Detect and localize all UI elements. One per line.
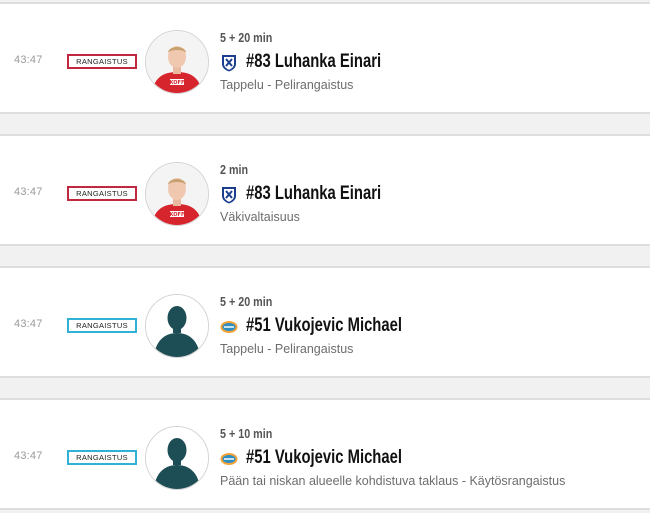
player-name[interactable]: #83 Luhanka Einari: [246, 183, 381, 205]
penalty-description: Tappelu - Pelirangaistus: [220, 78, 354, 92]
hifk-logo-icon: [222, 55, 236, 72]
lukko-logo-icon: [220, 321, 238, 333]
player-avatar[interactable]: [145, 426, 209, 490]
event-time: 43:47: [14, 450, 43, 462]
player-name[interactable]: #83 Luhanka Einari: [246, 51, 381, 73]
player-avatar[interactable]: KOFF: [145, 162, 209, 226]
player-avatar[interactable]: KOFF: [145, 30, 209, 94]
player-photo-icon: KOFF: [146, 163, 208, 225]
hifk-logo-icon: [222, 187, 236, 204]
penalty-badge: RANGAISTUS: [67, 186, 137, 201]
lukko-logo-icon: [220, 453, 238, 465]
player-photo-icon: KOFF: [146, 31, 208, 93]
player-silhouette-icon: [146, 427, 208, 489]
penalty-event: 43:47 RANGAISTUS KOFF 2 min #83 Luhanka …: [0, 134, 650, 246]
player-silhouette-icon: [146, 295, 208, 357]
player-name[interactable]: #51 Vukojevic Michael: [246, 447, 402, 469]
penalty-badge: RANGAISTUS: [67, 450, 137, 465]
penalty-event: 43:47 RANGAISTUS KOFF 5 + 20 min #83 Luh…: [0, 2, 650, 114]
player-avatar[interactable]: [145, 294, 209, 358]
penalty-duration: 5 + 20 min: [220, 295, 273, 309]
penalty-description: Tappelu - Pelirangaistus: [220, 342, 354, 356]
penalty-event: 43:47 RANGAISTUS 5 + 10 min #51 Vukojevi…: [0, 398, 650, 510]
player-name[interactable]: #51 Vukojevic Michael: [246, 315, 402, 337]
svg-text:KOFF: KOFF: [170, 80, 185, 86]
penalty-duration: 5 + 10 min: [220, 427, 273, 441]
penalty-badge: RANGAISTUS: [67, 318, 137, 333]
event-time: 43:47: [14, 318, 43, 330]
penalty-duration: 2 min: [220, 163, 249, 177]
penalty-feed: 43:47 RANGAISTUS KOFF 5 + 20 min #83 Luh…: [0, 0, 650, 513]
penalty-badge: RANGAISTUS: [67, 54, 137, 69]
penalty-event: 43:47 RANGAISTUS 5 + 20 min #51 Vukojevi…: [0, 266, 650, 378]
penalty-description: Väkivaltaisuus: [220, 210, 300, 224]
penalty-description: Pään tai niskan alueelle kohdistuva takl…: [220, 474, 566, 488]
event-time: 43:47: [14, 54, 43, 66]
svg-text:KOFF: KOFF: [170, 212, 185, 218]
penalty-duration: 5 + 20 min: [220, 31, 273, 45]
event-time: 43:47: [14, 186, 43, 198]
